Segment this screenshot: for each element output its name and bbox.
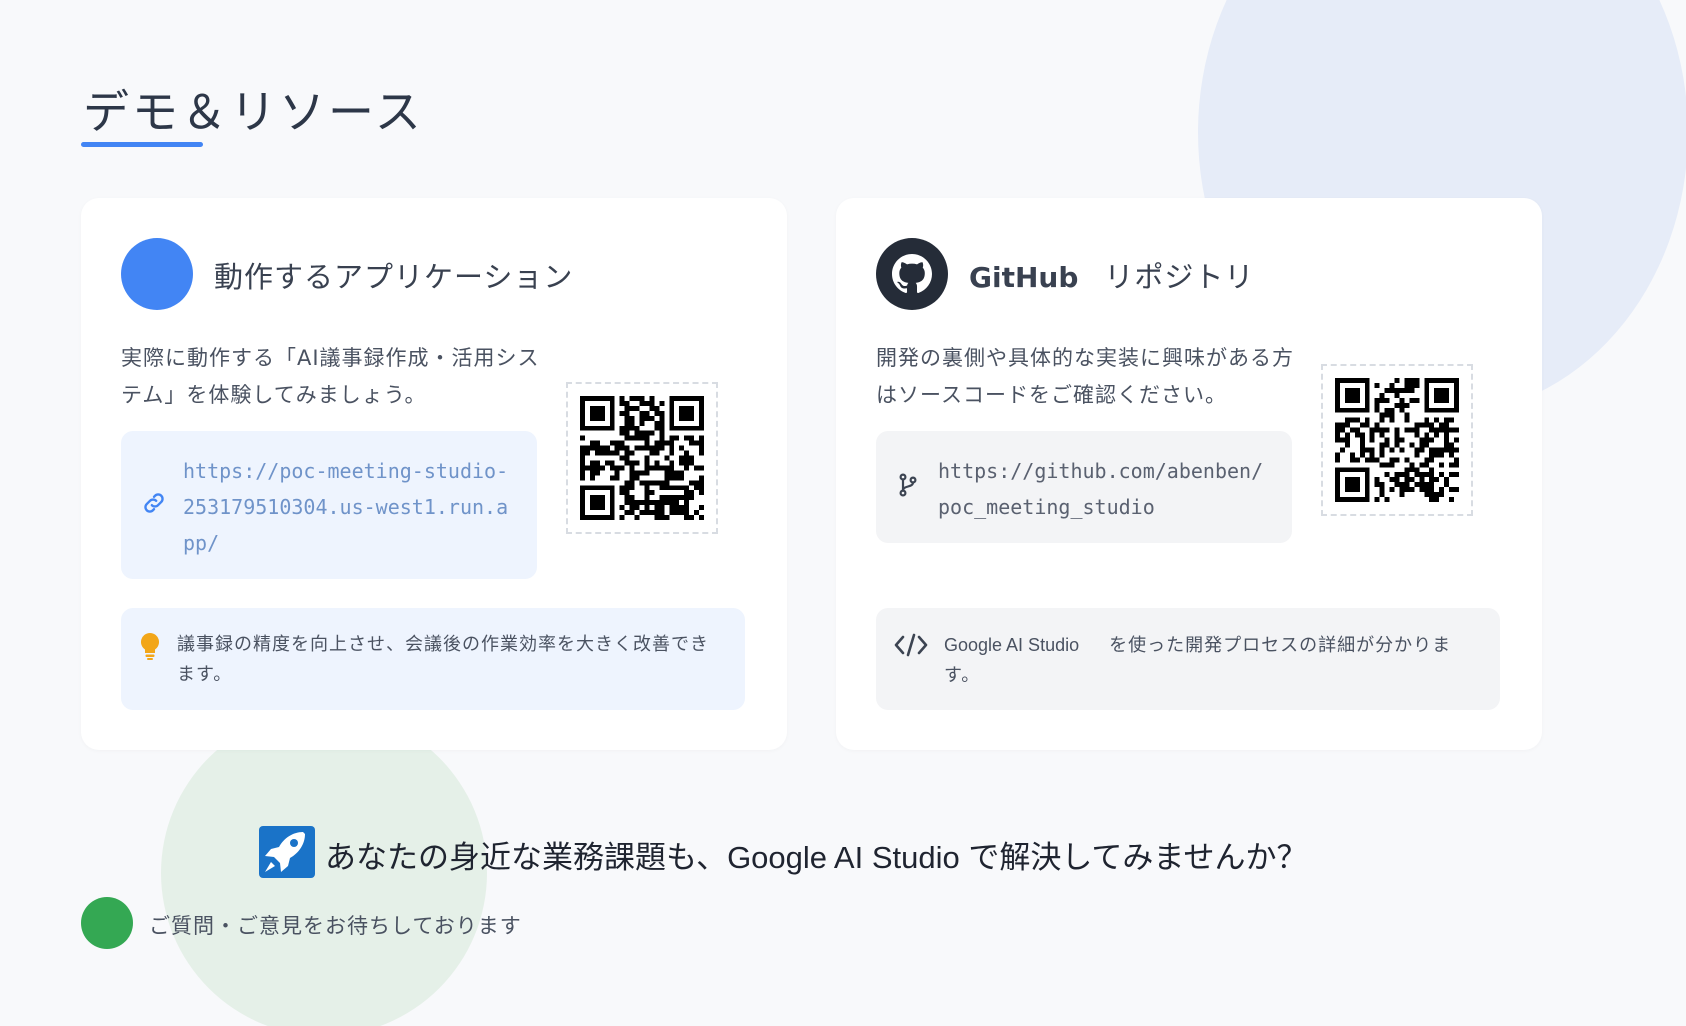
app-url-box[interactable]: https://poc-meeting-studio-253179510304.… [121,431,537,579]
call-to-action: あなたの身近な業務課題も、Google AI Studio で解決してみませんか… [259,826,1308,882]
app-card-description: 実際に動作する「AI議事録作成・活用システム」を体験してみましょう。 [121,346,540,407]
app-note-text: 議事録の精度を向上させ、会議後の作業効率を大きく改善できます。 [177,634,709,685]
github-title-text: リポジトリ [1104,260,1255,294]
git-branch-icon [896,472,920,502]
rocket-icon [259,826,315,882]
qr-code-icon [1321,364,1473,516]
footer-green-dot [81,897,133,949]
app-note: 議事録の精度を向上させ、会議後の作業効率を大きく改善できます。 [121,608,745,710]
qr-code-icon [566,382,718,534]
github-note: Google AI Studio を使った開発プロセスの詳細が分かります。 [876,608,1500,710]
lightbulb-icon [139,632,161,670]
app-circle-icon [121,238,193,310]
app-url-link[interactable]: https://poc-meeting-studio-253179510304.… [183,453,517,561]
app-card-title: 動作するアプリケーション [214,260,574,294]
github-card-description: 開発の裏側や具体的な実装に興味がある方はソースコードをご確認ください。 [876,346,1294,407]
page-title: デモ＆リソース [83,85,424,139]
github-url-link[interactable]: https://github.com/abenben/poc_meeting_s… [938,453,1272,525]
github-url-box[interactable]: https://github.com/abenben/poc_meeting_s… [876,431,1292,543]
github-title-brand: GitHub [969,261,1079,294]
app-card: 動作するアプリケーション 実際に動作する「AI議事録作成・活用システム」を体験し… [81,198,787,750]
title-underline [81,142,203,147]
cta-text: あなたの身近な業務課題も、Google AI Studio で解決してみませんか… [325,839,1308,875]
github-icon [876,238,948,310]
google-ai-studio-label: Google AI Studio [944,635,1080,655]
link-icon [141,490,167,520]
github-card: GitHub リポジトリ 開発の裏側や具体的な実装に興味がある方はソースコードをご… [836,198,1542,750]
github-card-title: GitHub リポジトリ [969,254,1254,296]
code-icon [894,632,928,668]
footer-text: ご質問・ご意見をお待ちしております [149,914,522,938]
